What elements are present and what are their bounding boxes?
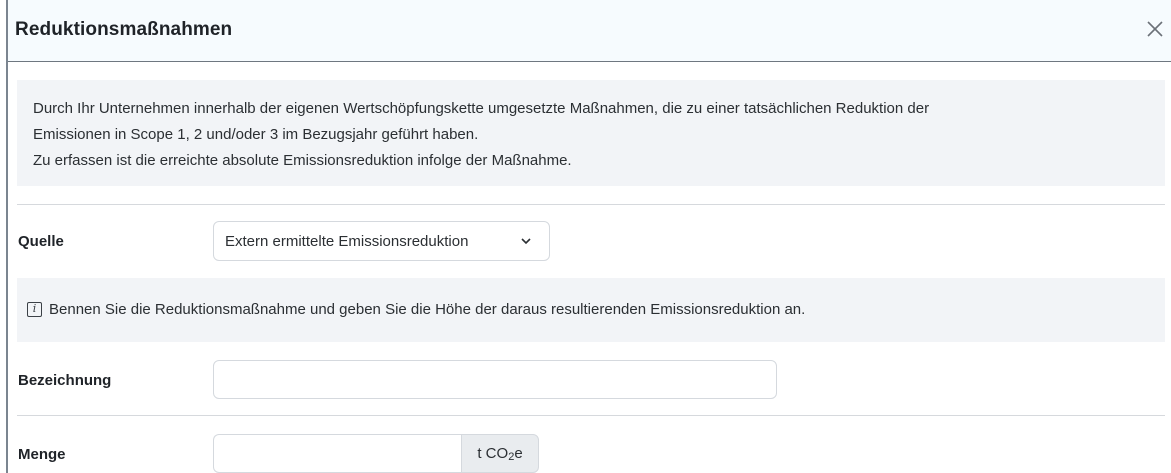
designation-input[interactable]	[213, 360, 777, 399]
reduction-measures-dialog: Reduktionsmaßnahmen Durch Ihr Unternehme…	[6, 0, 1171, 473]
amount-label: Menge	[18, 446, 66, 463]
description-line-1: Durch Ihr Unternehmen innerhalb der eige…	[33, 100, 930, 117]
close-icon	[1147, 21, 1163, 37]
amount-input[interactable]	[213, 434, 461, 473]
description-line-3: Zu erfassen ist die erreichte absolute E…	[33, 152, 572, 169]
chevron-down-icon	[521, 238, 531, 245]
description-line-2: Emissionen in Scope 1, 2 und/oder 3 im B…	[33, 126, 479, 143]
description-panel: Durch Ihr Unternehmen innerhalb der eige…	[17, 80, 1165, 186]
divider	[17, 204, 1165, 205]
source-label: Quelle	[18, 233, 64, 250]
unit-prefix: t CO	[477, 445, 509, 462]
unit-suffix: e	[514, 445, 523, 462]
unit-addon: t CO2e	[461, 434, 539, 473]
source-select[interactable]: Extern ermittelte Emissionsreduktion	[213, 221, 550, 261]
info-text: Bennen Sie die Reduktionsmaßnahme und ge…	[49, 301, 806, 318]
source-selected-value: Extern ermittelte Emissionsreduktion	[225, 233, 469, 250]
info-panel: i Bennen Sie die Reduktionsmaßnahme und …	[17, 278, 1165, 342]
dialog-header: Reduktionsmaßnahmen	[8, 0, 1171, 62]
close-button[interactable]	[1141, 15, 1169, 43]
designation-label: Bezeichnung	[18, 372, 112, 389]
divider	[17, 415, 1165, 416]
dialog-title: Reduktionsmaßnahmen	[15, 19, 233, 40]
info-icon: i	[27, 302, 42, 317]
